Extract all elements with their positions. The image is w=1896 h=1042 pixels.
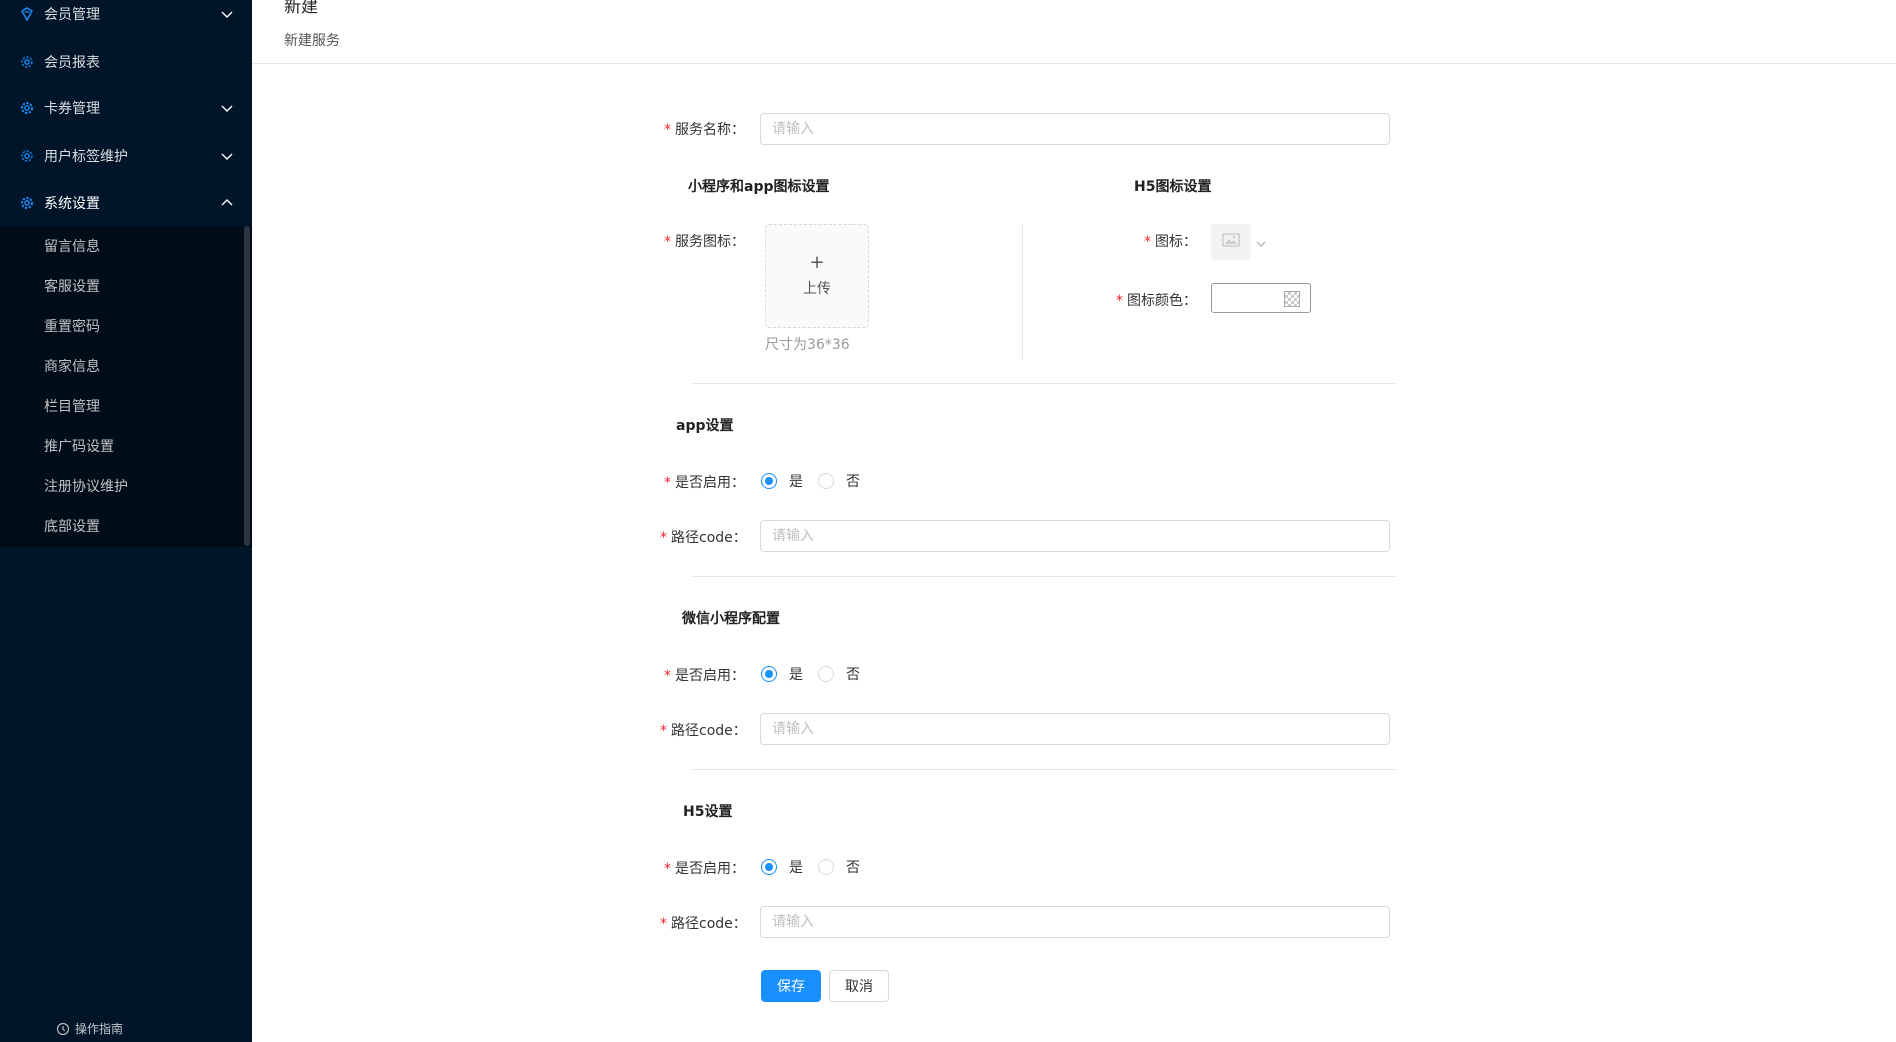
menu-item-label: 会员管理 [44,7,100,23]
submenu-item-column-management[interactable]: 栏目管理 [0,386,252,426]
h5-enable-no-radio[interactable]: 否 [818,857,860,877]
submenu-item-promo-code[interactable]: 推广码设置 [0,426,252,466]
image-placeholder-icon [1222,233,1240,251]
operation-guide-link[interactable]: 操作指南 [56,1020,123,1037]
transparent-swatch-icon [1284,291,1300,307]
section-divider [692,383,1396,384]
wechat-enable-label: * 是否启用： [664,668,745,684]
app-path-code-label: * 路径code： [660,530,747,546]
cancel-button[interactable]: 取消 [829,970,889,1002]
submenu-item-label: 客服设置 [44,279,100,295]
h5-icon-select[interactable] [1211,224,1251,260]
section-divider [692,576,1396,577]
sidebar: 会员管理 会员报表 卡券管理 用户标签维护 系统设置 留言信息 客服设置 重置密… [0,0,252,1042]
chevron-down-icon [220,101,234,115]
tag-gear-icon [20,149,34,163]
page-title: 新建 [284,0,318,17]
h5-icon-label: * 图标： [1144,234,1197,250]
menu-item-coupon-management[interactable]: 卡券管理 [0,84,252,132]
wechat-path-code-input[interactable] [760,713,1390,745]
app-path-code-input[interactable] [760,520,1390,552]
coupon-gear-icon [20,101,34,115]
submenu-item-label: 商家信息 [44,359,100,375]
app-enable-yes-radio[interactable]: 是 [761,471,803,491]
menu-item-system-settings[interactable]: 系统设置 [0,179,252,227]
submenu-item-reset-password[interactable]: 重置密码 [0,306,252,346]
page-header: 新建 新建服务 [252,0,1896,64]
icon-size-hint: 尺寸为36*36 [765,337,850,353]
submenu-item-label: 重置密码 [44,319,100,335]
guide-clock-icon [56,1022,70,1036]
submenu-item-label: 留言信息 [44,239,100,255]
submenu-item-messages[interactable]: 留言信息 [0,226,252,266]
submenu-item-merchant-info[interactable]: 商家信息 [0,346,252,386]
menu-item-label: 卡券管理 [44,101,100,117]
menu-item-member-management[interactable]: 会员管理 [0,0,252,38]
submenu-item-registration-agreement[interactable]: 注册协议维护 [0,466,252,506]
page-subtitle: 新建服务 [284,33,340,49]
wechat-enable-yes-radio[interactable]: 是 [761,664,803,684]
wechat-enable-no-radio[interactable]: 否 [818,664,860,684]
icon-color-picker[interactable] [1211,283,1311,313]
service-icon-label: * 服务图标： [664,234,745,250]
wechat-path-code-label: * 路径code： [660,723,747,739]
report-gear-icon [20,55,34,69]
menu-item-label: 系统设置 [44,196,100,212]
menu-item-label: 会员报表 [44,55,100,71]
chevron-up-icon [220,196,234,210]
h5-enable-label: * 是否启用： [664,861,745,877]
submenu-item-label: 注册协议维护 [44,479,128,495]
icon-upload-button[interactable]: + 上传 [765,224,869,328]
upload-label: 上传 [803,281,831,297]
save-button[interactable]: 保存 [761,970,821,1002]
chevron-down-icon [220,149,234,163]
menu-item-member-report[interactable]: 会员报表 [0,38,252,86]
chevron-down-icon [220,7,234,21]
h5-icon-section-title: H5图标设置 [1134,179,1212,195]
submenu-item-customer-service[interactable]: 客服设置 [0,266,252,306]
service-name-input[interactable] [760,113,1390,145]
app-enable-label: * 是否启用： [664,475,745,491]
submenu-item-label: 推广码设置 [44,439,114,455]
vertical-divider [1022,224,1023,360]
app-enable-no-radio[interactable]: 否 [818,471,860,491]
wechat-mini-program-title: 微信小程序配置 [682,611,780,627]
system-settings-submenu: 留言信息 客服设置 重置密码 商家信息 栏目管理 推广码设置 注册协议维护 底部… [0,226,252,547]
menu-item-label: 用户标签维护 [44,149,128,165]
plus-icon: + [809,252,825,273]
h5-icon-color-label: * 图标颜色： [1116,293,1197,309]
sidebar-scrollbar[interactable] [244,226,250,546]
h5-path-code-label: * 路径code： [660,916,747,932]
h5-settings-title: H5设置 [683,804,733,820]
h5-path-code-input[interactable] [760,906,1390,938]
section-divider [692,769,1396,770]
service-name-label: * 服务名称： [664,122,745,138]
mini-app-icon-section-title: 小程序和app图标设置 [688,179,830,195]
app-settings-title: app设置 [676,418,734,434]
submenu-item-label: 底部设置 [44,519,100,535]
submenu-item-footer-settings[interactable]: 底部设置 [0,506,252,546]
chevron-down-icon[interactable] [1254,237,1268,251]
settings-gear-icon [20,196,34,210]
member-icon [20,7,34,21]
submenu-item-label: 栏目管理 [44,399,100,415]
guide-label: 操作指南 [75,1022,124,1036]
menu-item-user-tags[interactable]: 用户标签维护 [0,132,252,180]
h5-enable-yes-radio[interactable]: 是 [761,857,803,877]
